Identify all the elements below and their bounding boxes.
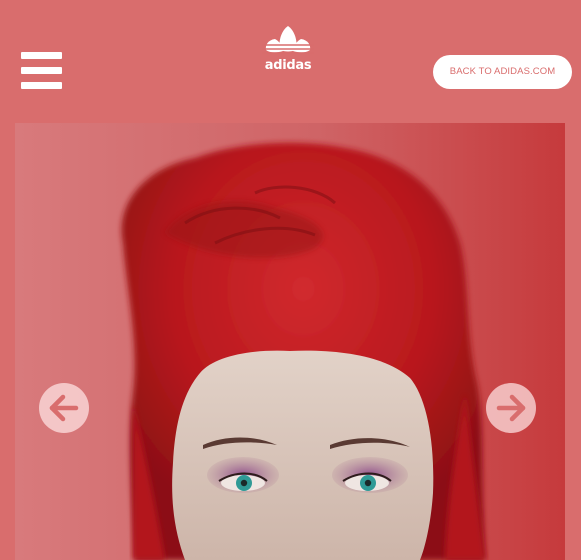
- hamburger-menu-icon[interactable]: [21, 52, 63, 90]
- menu-bar: [21, 67, 62, 74]
- carousel-next-button[interactable]: [486, 383, 536, 433]
- right-edge-strip: [565, 123, 581, 560]
- logo-wordmark: adidas: [264, 58, 312, 73]
- menu-bar: [21, 52, 62, 59]
- back-to-adidas-button[interactable]: BACK TO ADIDAS.COM: [433, 55, 572, 89]
- carousel-prev-button[interactable]: [39, 383, 89, 433]
- arrow-left-icon: [49, 394, 79, 422]
- hero-image: [15, 123, 565, 560]
- portrait-illustration: [121, 142, 485, 560]
- page: adidas BACK TO ADIDAS.COM: [0, 0, 581, 560]
- menu-bar: [21, 82, 62, 89]
- trefoil-icon: [262, 26, 314, 54]
- adidas-logo[interactable]: adidas: [262, 24, 314, 76]
- arrow-right-icon: [496, 394, 526, 422]
